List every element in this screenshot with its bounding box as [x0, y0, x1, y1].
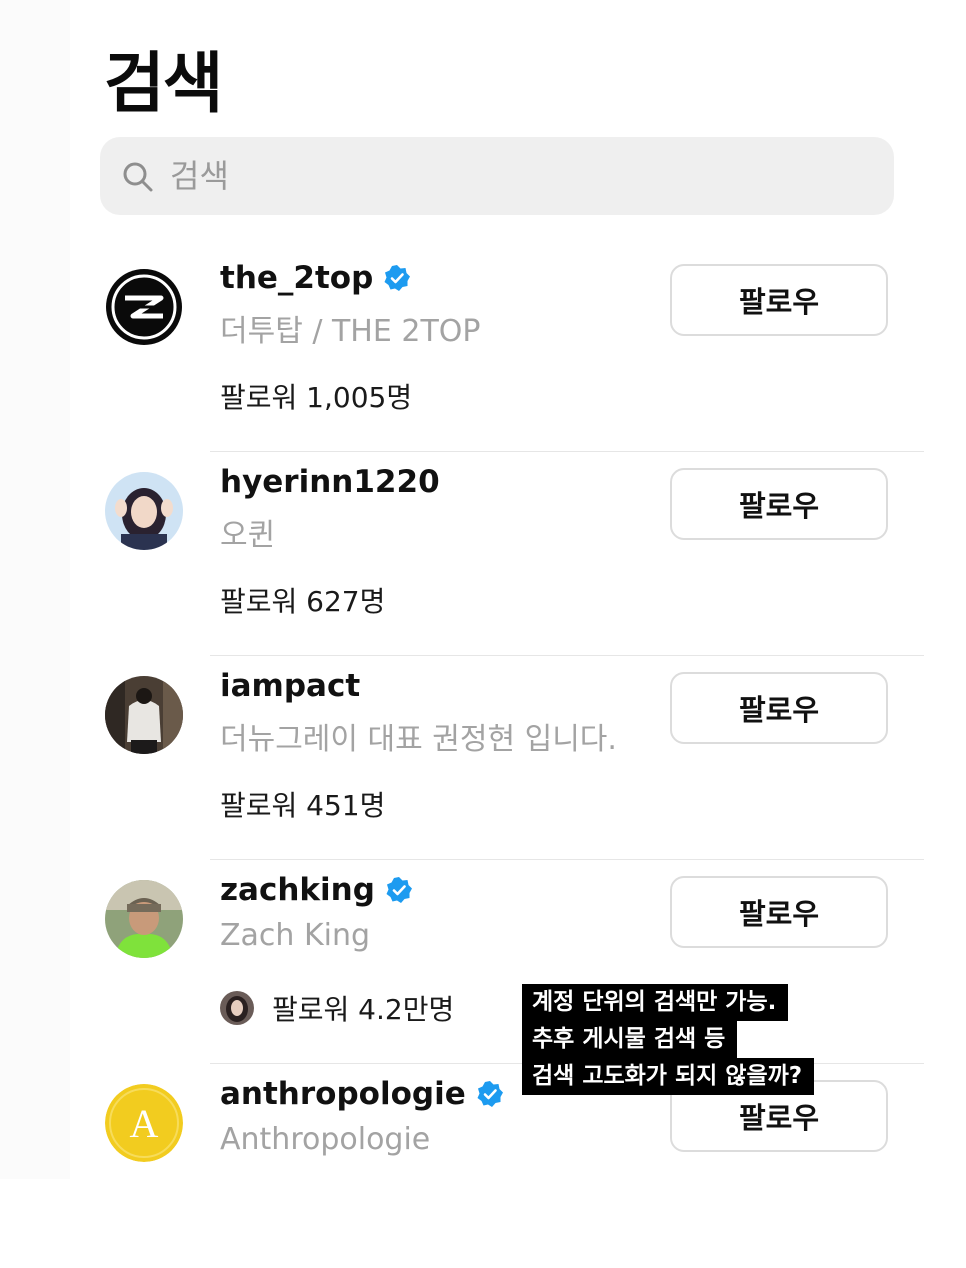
profile-photo-icon [220, 991, 254, 1025]
search-icon [123, 162, 153, 192]
follower-count: 팔로워 4.2만명 [220, 988, 454, 1028]
search-result-row[interactable]: the_2top 더투탑 / THE 2TOP 팔로워 1,005명 팔로우 [0, 248, 966, 452]
caption-line: 검색 고도화가 되지 않을까? [522, 1058, 815, 1095]
caption-line: 추후 게시물 검색 등 [522, 1021, 738, 1058]
avatar[interactable] [105, 472, 183, 550]
follower-count-text: 팔로워 627명 [220, 585, 386, 618]
search-result-row[interactable]: hyerinn1220 오퀸 팔로워 627명 팔로우 [0, 452, 966, 656]
username[interactable]: the_2top [220, 260, 411, 296]
verified-badge-icon [384, 265, 411, 291]
full-name: 더뉴그레이 대표 권정현 입니다. [220, 722, 617, 757]
follower-count-text: 팔로워 1,005명 [220, 381, 413, 414]
follower-count: 팔로워 1,005명 [220, 376, 412, 416]
follow-button[interactable]: 팔로우 [670, 876, 888, 948]
avatar[interactable]: A [105, 1084, 183, 1162]
caption-line: 계정 단위의 검색만 가능. [522, 984, 789, 1021]
username[interactable]: zachking [220, 872, 413, 908]
search-result-row[interactable]: zachking Zach King 팔로워 4.2만명 팔로우 [0, 860, 966, 1064]
username-text[interactable]: hyerinn1220 [220, 464, 440, 500]
full-name: Anthropologie [220, 1122, 431, 1157]
username[interactable]: hyerinn1220 [220, 464, 440, 500]
profile-photo-icon [105, 676, 183, 754]
avatar[interactable] [105, 676, 183, 754]
search-input[interactable] [168, 149, 852, 203]
avatar-letter: A [130, 1101, 159, 1146]
profile-photo-icon [105, 472, 183, 550]
profile-photo-icon [105, 880, 183, 958]
verified-badge-icon [386, 877, 412, 903]
follow-button[interactable]: 팔로우 [670, 672, 888, 744]
avatar[interactable] [105, 880, 183, 958]
follower-count: 팔로워 451명 [220, 784, 385, 824]
follow-button[interactable]: 팔로우 [670, 468, 888, 540]
full-name: 오퀸 [220, 518, 276, 553]
username-text[interactable]: iampact [220, 668, 360, 704]
verified-badge-icon [477, 1081, 503, 1107]
follower-count: 팔로워 627명 [220, 580, 385, 620]
follower-count-text: 팔로워 451명 [220, 789, 386, 822]
avatar[interactable] [105, 268, 183, 346]
page-title: 검색 [104, 45, 223, 122]
the2top-logo-icon [106, 269, 182, 345]
username[interactable]: iampact [220, 668, 360, 704]
follower-count-text: 팔로워 4.2만명 [272, 993, 455, 1026]
search-result-row[interactable]: A anthropologie Anthropologie 팔로우 [0, 1064, 966, 1268]
mutual-follower-avatar [220, 991, 254, 1025]
username-text[interactable]: anthropologie [220, 1076, 466, 1112]
username-text[interactable]: the_2top [220, 260, 373, 296]
full-name: 더투탑 / THE 2TOP [220, 314, 481, 349]
search-result-row[interactable]: iampact 더뉴그레이 대표 권정현 입니다. 팔로워 451명 팔로우 [0, 656, 966, 860]
follow-button[interactable]: 팔로우 [670, 264, 888, 336]
username-text[interactable]: zachking [220, 872, 375, 908]
caption-overlay: 계정 단위의 검색만 가능. 추후 게시물 검색 등 검색 고도화가 되지 않을… [522, 984, 815, 1095]
full-name: Zach King [220, 918, 371, 953]
username[interactable]: anthropologie [220, 1076, 504, 1112]
anthropologie-logo-icon: A [105, 1084, 183, 1162]
search-bar[interactable] [100, 137, 894, 215]
